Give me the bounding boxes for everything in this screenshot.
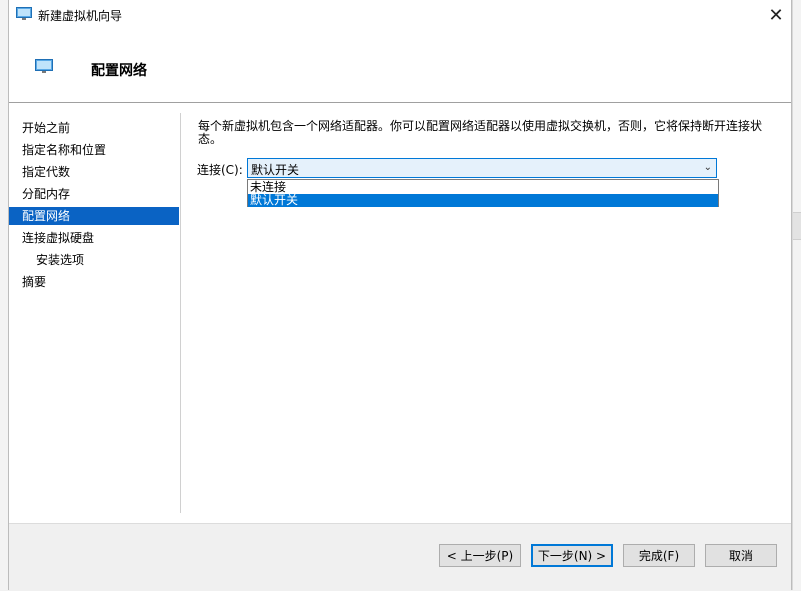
step-install-options[interactable]: 安装选项: [9, 251, 179, 269]
network-description: 每个新虚拟机包含一个网络适配器。你可以配置网络适配器以使用虚拟交换机，否则，它将…: [198, 119, 763, 146]
connection-selected-value: 默认开关: [251, 163, 300, 177]
wizard-header: 配置网络: [9, 30, 791, 103]
chevron-down-icon: ⌄: [703, 162, 712, 173]
nav-divider: [180, 113, 181, 513]
next-button[interactable]: 下一步(N) >: [531, 544, 613, 567]
connection-select[interactable]: 默认开关 ⌄: [247, 158, 717, 178]
window-title: 新建虚拟机向导: [38, 9, 123, 23]
network-monitor-icon: [35, 59, 53, 73]
wizard-body: 开始之前 指定名称和位置 指定代数 分配内存 配置网络 连接虚拟硬盘 安装选项 …: [9, 103, 791, 523]
finish-button[interactable]: 完成(F): [623, 544, 695, 567]
connection-option-default-switch[interactable]: 默认开关: [248, 194, 718, 207]
step-configure-network[interactable]: 配置网络: [9, 207, 179, 225]
background-app-strip: [793, 212, 801, 240]
connection-dropdown-list: 未连接 默认开关: [247, 179, 719, 207]
vm-monitor-icon: [16, 7, 32, 20]
step-memory[interactable]: 分配内存: [9, 185, 179, 203]
prev-button[interactable]: < 上一步(P): [439, 544, 521, 567]
background-app-right: [792, 0, 801, 590]
close-button[interactable]: ✕: [761, 0, 791, 30]
connection-option-disconnected[interactable]: 未连接: [248, 181, 718, 194]
step-nav: 开始之前 指定名称和位置 指定代数 分配内存 配置网络 连接虚拟硬盘 安装选项 …: [9, 103, 179, 513]
close-icon: ✕: [768, 4, 784, 26]
step-connect-disk[interactable]: 连接虚拟硬盘: [9, 229, 179, 247]
step-before-begin[interactable]: 开始之前: [9, 119, 179, 137]
connection-label: 连接(C):: [197, 163, 243, 177]
step-name-location[interactable]: 指定名称和位置: [9, 141, 179, 159]
wizard-window: 新建虚拟机向导 ✕ 配置网络 开始之前 指定名称和位置 指定代数 分配内存 配置…: [8, 0, 792, 591]
step-generation[interactable]: 指定代数: [9, 163, 179, 181]
cancel-button[interactable]: 取消: [705, 544, 777, 567]
step-summary[interactable]: 摘要: [9, 273, 179, 291]
title-bar: 新建虚拟机向导 ✕: [9, 0, 791, 30]
wizard-footer: < 上一步(P) 下一步(N) > 完成(F) 取消: [9, 523, 791, 591]
page-title: 配置网络: [91, 63, 147, 79]
